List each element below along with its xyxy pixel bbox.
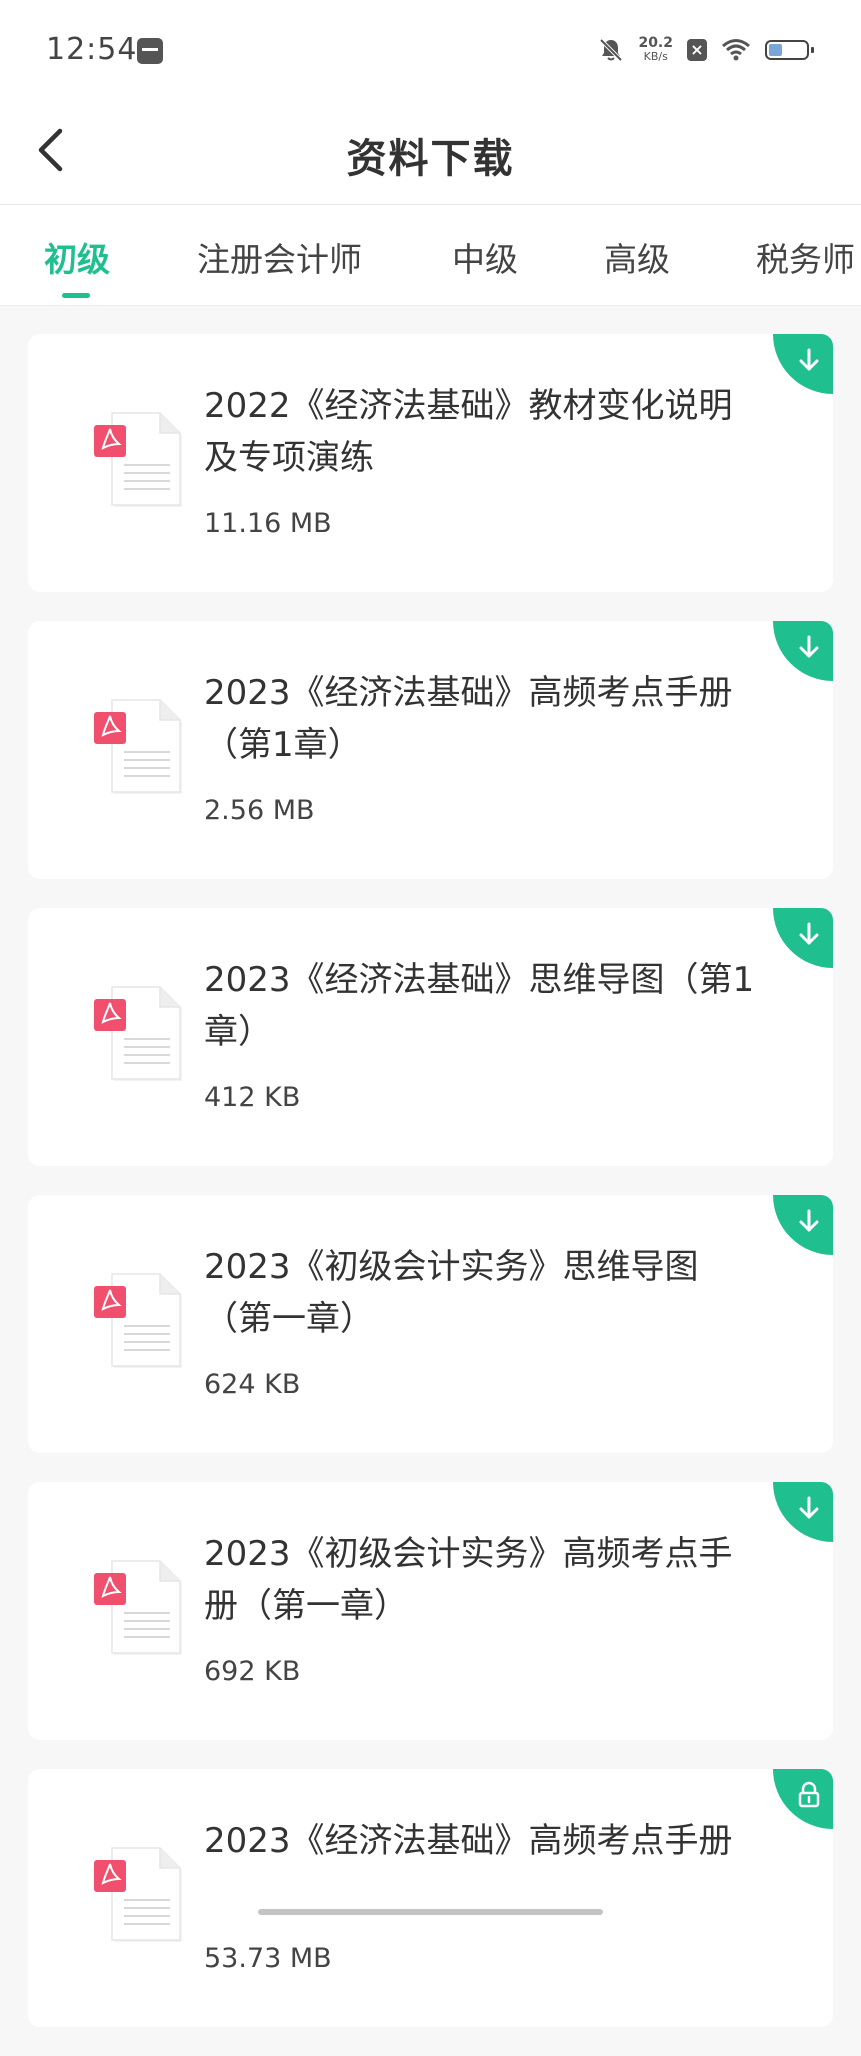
document-list: 2022《经济法基础》教材变化说明及专项演练 11.16 MB 2023《经济法… [28, 334, 833, 2056]
network-speed-value: 20.2 [638, 35, 673, 51]
list-item[interactable]: 2023《初级会计实务》高频考点手册（第一章） 692 KB [28, 1482, 833, 1740]
document-title: 2022《经济法基础》教材变化说明及专项演练 [204, 386, 733, 478]
pdf-file-icon [84, 1268, 194, 1378]
network-speed-unit: KB/s [643, 50, 668, 63]
lock-icon [798, 1781, 820, 1808]
document-size: 53.73 MB [204, 1943, 332, 1974]
download-button[interactable] [773, 908, 833, 968]
document-title: 2023《经济法基础》高频考点手册 [204, 1821, 733, 1861]
tab-beginner[interactable]: 初级 [44, 233, 110, 281]
list-item[interactable]: 2023《经济法基础》思维导图（第1章） 412 KB [28, 908, 833, 1166]
document-size: 692 KB [204, 1656, 301, 1687]
tab-cpa[interactable]: 注册会计师 [197, 233, 362, 281]
document-size: 2.56 MB [204, 795, 315, 826]
sim-x-icon: × [687, 39, 707, 61]
list-item[interactable]: 2023《经济法基础》高频考点手册（第1章） 2.56 MB [28, 621, 833, 879]
document-title: 2023《初级会计实务》思维导图（第一章） [204, 1247, 699, 1339]
download-button[interactable] [773, 1195, 833, 1255]
tab-intermediate[interactable]: 中级 [452, 233, 518, 281]
document-size: 624 KB [204, 1369, 301, 1400]
list-item[interactable]: 2022《经济法基础》教材变化说明及专项演练 11.16 MB [28, 334, 833, 592]
status-icons: 20.2 KB/s × [598, 30, 814, 70]
wifi-icon [721, 38, 751, 62]
download-icon [799, 1496, 819, 1519]
download-icon [799, 1209, 819, 1232]
download-button[interactable] [773, 1482, 833, 1542]
status-time: 12:54 [46, 32, 138, 67]
tab-advanced[interactable]: 高级 [604, 233, 670, 281]
pdf-file-icon [84, 1842, 194, 1952]
battery-fill [769, 44, 782, 56]
download-button[interactable] [773, 621, 833, 681]
header: 资料下载 [0, 100, 861, 205]
document-title: 2023《经济法基础》高频考点手册（第1章） [204, 673, 733, 765]
mute-icon [598, 37, 624, 63]
battery-icon [765, 40, 814, 60]
list-item[interactable]: 2023《初级会计实务》思维导图（第一章） 624 KB [28, 1195, 833, 1453]
list-item[interactable]: 2023《经济法基础》高频考点手册 53.73 MB [28, 1769, 833, 2027]
document-title: 2023《经济法基础》思维导图（第1章） [204, 960, 755, 1052]
notification-icon [137, 38, 163, 64]
pdf-file-icon [84, 694, 194, 804]
document-size: 412 KB [204, 1082, 301, 1113]
status-bar: 12:54 20.2 KB/s × [0, 0, 861, 100]
document-size: 11.16 MB [204, 508, 332, 539]
pdf-file-icon [84, 981, 194, 1091]
category-tabs: 初级 注册会计师 中级 高级 税务师 [0, 205, 861, 306]
locked-button[interactable] [773, 1769, 833, 1829]
download-icon [799, 348, 819, 371]
download-icon [799, 635, 819, 658]
tab-tax-advisor[interactable]: 税务师 [756, 233, 855, 281]
pdf-file-icon [84, 1555, 194, 1665]
active-tab-indicator [62, 293, 90, 298]
page-title: 资料下载 [346, 136, 515, 182]
pdf-file-icon [84, 407, 194, 517]
document-title: 2023《初级会计实务》高频考点手册（第一章） [204, 1534, 733, 1626]
download-icon [799, 922, 819, 945]
network-speed: 20.2 KB/s [638, 35, 673, 63]
home-indicator[interactable] [258, 1909, 603, 1915]
download-button[interactable] [773, 334, 833, 394]
